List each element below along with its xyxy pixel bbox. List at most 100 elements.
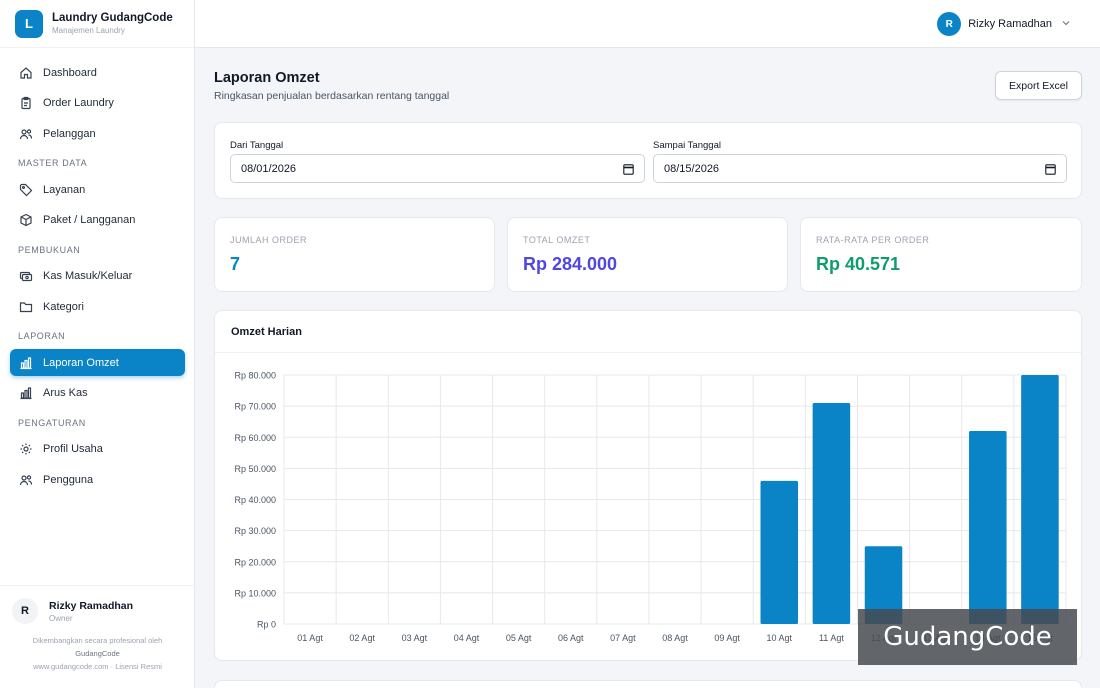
bar-chart-icon: [19, 356, 33, 370]
bottom-card: [214, 680, 1082, 688]
y-tick-label: Rp 10.000: [234, 588, 276, 598]
x-tick-label: 10 Agt: [767, 633, 793, 643]
to-date-value: 08/15/2026: [664, 162, 720, 175]
sidebar-item-kas-masuk-keluar[interactable]: Kas Masuk/Keluar: [10, 263, 185, 290]
section-label-pengaturan: PENGATURAN: [18, 417, 86, 428]
sidebar-item-order-laundry[interactable]: Order Laundry: [10, 90, 185, 117]
sidebar-item-label: Order Laundry: [43, 97, 114, 110]
section-label-laporan: LAPORAN: [18, 331, 66, 342]
chart-bar: [969, 431, 1007, 624]
folder-icon: [19, 300, 33, 314]
credit-company[interactable]: GudangCode: [0, 647, 195, 660]
sidebar-item-label: Kategori: [43, 300, 84, 313]
x-tick-label: 09 Agt: [714, 633, 740, 643]
y-tick-label: Rp 80.000: [234, 371, 276, 381]
sidebar-item-label: Kas Masuk/Keluar: [43, 270, 133, 283]
topbar: R Rizky Ramadhan: [195, 0, 1100, 48]
stat-label: RATA-RATA PER ORDER: [816, 235, 930, 245]
sidebar-user-role: Owner: [49, 613, 73, 623]
bar-chart-icon: [19, 386, 33, 400]
stat-value: Rp 40.571: [816, 254, 901, 274]
stat-card-total-omzet: TOTAL OMZET Rp 284.000: [507, 217, 788, 292]
credit-text: Dikembangkan secara profesional oleh Gud…: [0, 634, 195, 673]
watermark: GudangCode: [858, 609, 1077, 665]
stat-card-jumlah-order: JUMLAH ORDER 7: [214, 217, 495, 292]
x-tick-label: 05 Agt: [506, 633, 532, 643]
brand-logo: L: [15, 9, 43, 38]
clipboard-icon: [19, 96, 33, 110]
sidebar-item-arus-kas[interactable]: Arus Kas: [10, 380, 185, 407]
sidebar-item-label: Laporan Omzet: [43, 356, 119, 369]
user-name: Rizky Ramadhan: [968, 18, 1052, 30]
chart-bar: [1021, 375, 1059, 624]
stat-value: 7: [230, 254, 241, 274]
sidebar-user[interactable]: R Rizky Ramadhan Owner: [0, 586, 195, 624]
sidebar-footer: R Rizky Ramadhan Owner Dikembangkan seca…: [0, 585, 195, 688]
x-tick-label: 03 Agt: [402, 633, 428, 643]
sidebar-nav: Dashboard Order Laundry Pelanggan MASTER…: [0, 48, 194, 494]
sidebar-item-layanan[interactable]: Layanan: [10, 176, 185, 203]
home-icon: [19, 66, 33, 80]
x-tick-label: 04 Agt: [454, 633, 480, 643]
sidebar-item-dashboard[interactable]: Dashboard: [10, 59, 185, 86]
sidebar-item-label: Profil Usaha: [43, 443, 103, 456]
x-tick-label: 07 Agt: [610, 633, 636, 643]
export-excel-button[interactable]: Export Excel: [995, 71, 1082, 100]
sidebar-item-kategori[interactable]: Kategori: [10, 293, 185, 320]
x-tick-label: 01 Agt: [297, 633, 323, 643]
sidebar-item-label: Pengguna: [43, 474, 94, 487]
tag-icon: [19, 183, 33, 197]
brand[interactable]: L Laundry GudangCode Manajemen Laundry: [0, 0, 194, 48]
y-tick-label: Rp 0: [257, 620, 276, 630]
to-date-input[interactable]: 08/15/2026: [653, 154, 1067, 183]
package-icon: [19, 213, 33, 227]
avatar: R: [937, 12, 962, 36]
from-date-value: 08/01/2026: [241, 162, 297, 175]
stat-label: JUMLAH ORDER: [230, 235, 308, 245]
sidebar: L Laundry GudangCode Manajemen Laundry D…: [0, 0, 195, 688]
avatar: R: [12, 598, 38, 624]
stat-value: Rp 284.000: [523, 254, 618, 274]
stat-label: TOTAL OMZET: [523, 235, 591, 245]
users-icon: [19, 473, 33, 487]
sidebar-item-pelanggan[interactable]: Pelanggan: [10, 120, 185, 147]
brand-name: Laundry GudangCode: [52, 12, 173, 24]
y-tick-label: Rp 70.000: [234, 402, 276, 412]
page-subtitle: Ringkasan penjualan berdasarkan rentang …: [214, 90, 450, 102]
sidebar-item-paket-langganan[interactable]: Paket / Langganan: [10, 207, 185, 234]
x-tick-label: 11 Agt: [819, 633, 844, 643]
y-tick-label: Rp 40.000: [234, 495, 276, 505]
from-date-input[interactable]: 08/01/2026: [230, 154, 645, 183]
x-tick-label: 08 Agt: [662, 633, 688, 643]
y-tick-label: Rp 60.000: [234, 433, 276, 443]
sidebar-item-label: Dashboard: [43, 66, 97, 79]
chevron-down-icon: [1061, 15, 1071, 33]
calendar-icon[interactable]: [1045, 163, 1056, 175]
x-tick-label: 02 Agt: [349, 633, 375, 643]
sidebar-item-label: Arus Kas: [43, 387, 88, 400]
date-filter-card: Dari Tanggal 08/01/2026 Sampai Tanggal 0…: [214, 122, 1082, 199]
calendar-icon[interactable]: [623, 163, 634, 175]
section-label-pembukuan: PEMBUKUAN: [18, 244, 81, 255]
user-menu[interactable]: R Rizky Ramadhan: [937, 12, 1071, 36]
credit-line: Dikembangkan secara profesional oleh: [32, 636, 163, 645]
y-tick-label: Rp 20.000: [234, 557, 276, 567]
sidebar-item-laporan-omzet[interactable]: Laporan Omzet: [10, 349, 185, 377]
x-tick-label: 06 Agt: [558, 633, 584, 643]
chart-bar: [760, 480, 799, 624]
sidebar-user-name: Rizky Ramadhan: [49, 599, 134, 612]
sidebar-item-label: Paket / Langganan: [43, 214, 136, 227]
sidebar-item-profil-usaha[interactable]: Profil Usaha: [10, 436, 185, 463]
cash-icon: [19, 269, 33, 283]
sidebar-item-label: Layanan: [43, 183, 86, 196]
from-date-label: Dari Tanggal: [230, 140, 284, 151]
sidebar-item-pengguna[interactable]: Pengguna: [10, 467, 185, 494]
sidebar-item-label: Pelanggan: [43, 127, 96, 140]
gear-icon: [19, 442, 33, 456]
to-date-label: Sampai Tanggal: [653, 140, 721, 151]
brand-subtitle: Manajemen Laundry: [52, 26, 125, 35]
section-label-master-data: MASTER DATA: [18, 158, 88, 169]
chart-bar: [812, 403, 851, 624]
y-tick-label: Rp 30.000: [234, 526, 276, 536]
credit-website[interactable]: www.gudangcode.com · Lisensi Resmi: [0, 660, 195, 673]
